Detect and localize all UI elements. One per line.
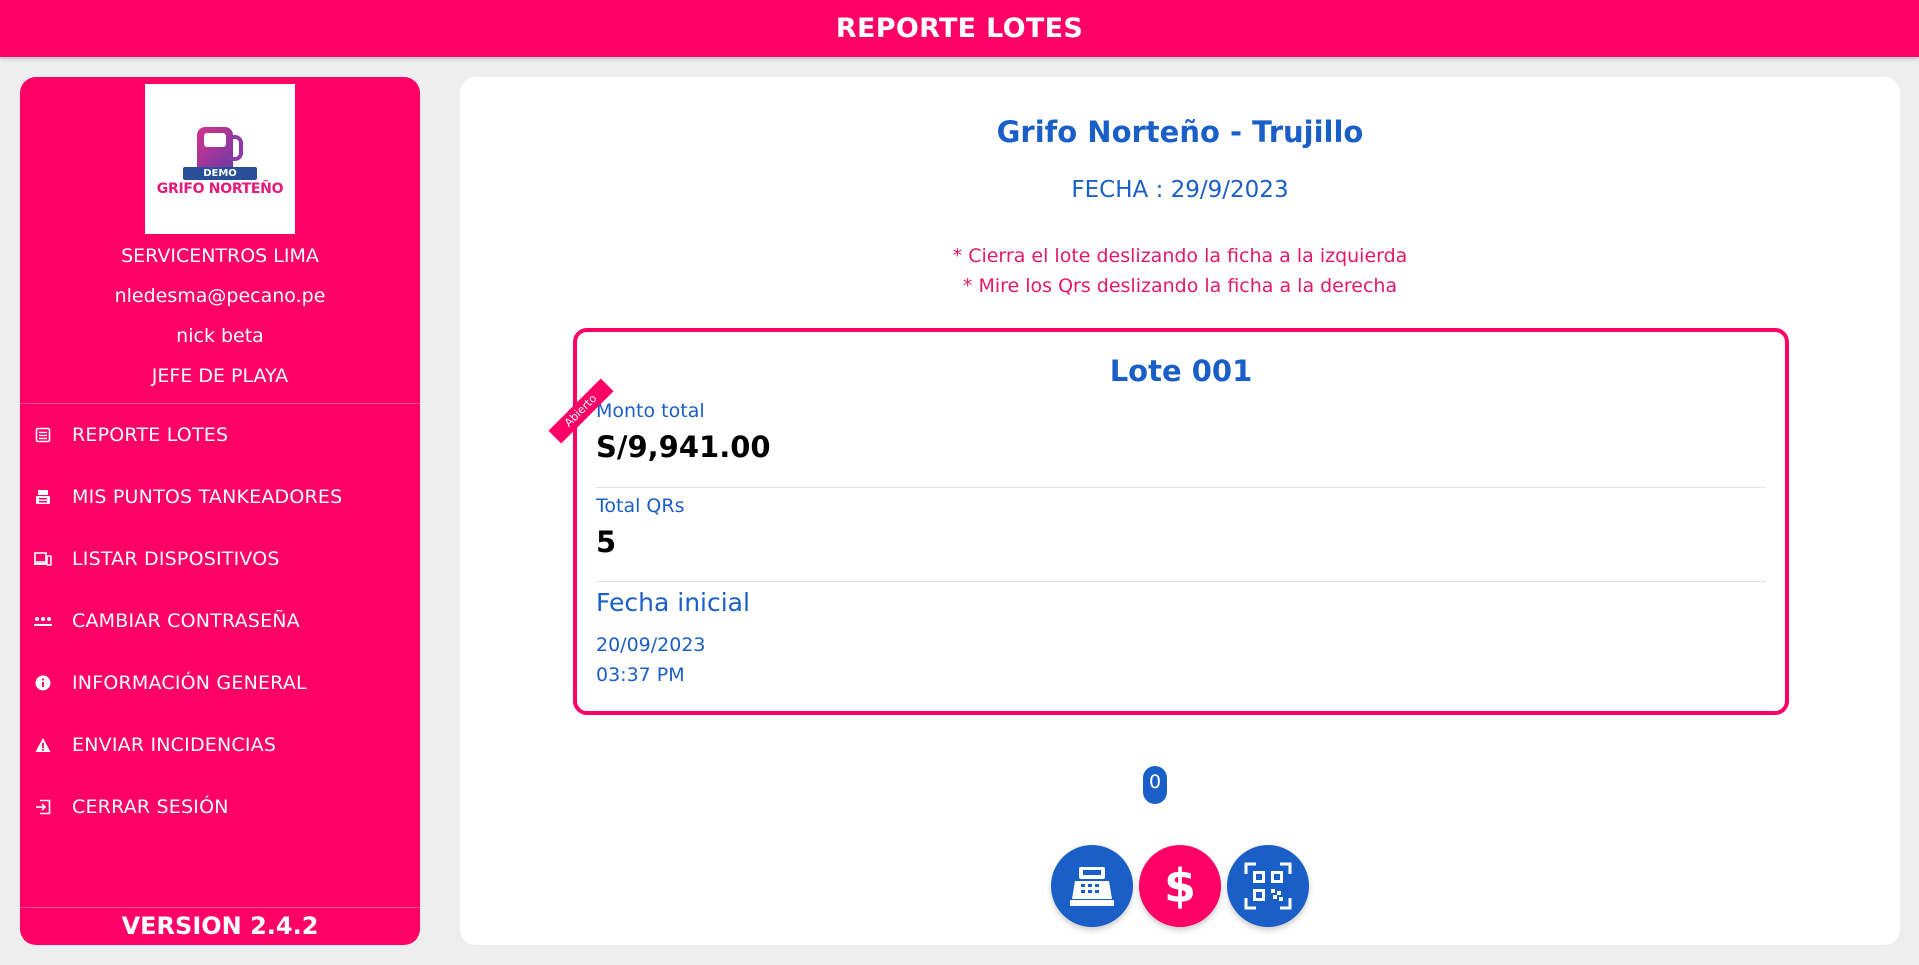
company-name: SERVICENTROS LIMA bbox=[121, 245, 319, 267]
list-icon bbox=[34, 426, 52, 444]
info-icon bbox=[34, 674, 52, 692]
dollar-icon: $ bbox=[1163, 859, 1196, 913]
sidebar-item-reporte-lotes[interactable]: REPORTE LOTES bbox=[20, 404, 420, 466]
sidebar-item-label: LISTAR DISPOSITIVOS bbox=[72, 548, 280, 570]
app-header: REPORTE LOTES bbox=[0, 0, 1919, 57]
hint-close-lote: * Cierra el lote deslizando la ficha a l… bbox=[952, 245, 1408, 267]
card-divider bbox=[596, 487, 1766, 488]
sidebar: DEMO GRIFO NORTEÑO SERVICENTROS LIMA nle… bbox=[20, 77, 420, 945]
monto-total-label: Monto total bbox=[596, 400, 705, 422]
company-logo: DEMO GRIFO NORTEÑO bbox=[145, 84, 295, 234]
logo-demo-tag: DEMO bbox=[183, 167, 257, 180]
notification-badge: 0 bbox=[1143, 766, 1167, 804]
report-date: FECHA : 29/9/2023 bbox=[1071, 177, 1289, 203]
sidebar-nav: REPORTE LOTES MIS PUNTOS TANKEADORES LIS… bbox=[20, 404, 420, 838]
sidebar-item-label: CAMBIAR CONTRASEÑA bbox=[72, 610, 300, 632]
lote-card[interactable]: Lote 001 Monto total S/9,941.00 Total QR… bbox=[573, 328, 1789, 715]
app-version: VERSION 2.4.2 bbox=[121, 912, 319, 940]
qr-code-icon bbox=[1244, 862, 1292, 910]
fecha-inicial-time: 03:37 PM bbox=[596, 664, 685, 686]
password-icon bbox=[34, 612, 52, 630]
hint-view-qrs: * Mire los Qrs deslizando la ficha a la … bbox=[962, 275, 1398, 297]
logo-text: GRIFO NORTEÑO bbox=[156, 181, 284, 197]
fecha-inicial-date: 20/09/2023 bbox=[596, 634, 706, 656]
fecha-inicial-label: Fecha inicial bbox=[596, 588, 750, 617]
lote-title: Lote 001 bbox=[1109, 354, 1253, 388]
sidebar-item-informacion-general[interactable]: INFORMACIÓN GENERAL bbox=[20, 652, 420, 714]
user-email: nledesma@pecano.pe bbox=[114, 285, 326, 307]
sidebar-item-listar-dispositivos[interactable]: LISTAR DISPOSITIVOS bbox=[20, 528, 420, 590]
total-qrs-label: Total QRs bbox=[596, 495, 685, 517]
sidebar-item-cambiar-contrasena[interactable]: CAMBIAR CONTRASEÑA bbox=[20, 590, 420, 652]
main-panel: Grifo Norteño - Trujillo FECHA : 29/9/20… bbox=[460, 77, 1900, 945]
sidebar-item-cerrar-sesion[interactable]: CERRAR SESIÓN bbox=[20, 776, 420, 838]
card-divider bbox=[596, 581, 1766, 582]
sidebar-item-mis-puntos[interactable]: MIS PUNTOS TANKEADORES bbox=[20, 466, 420, 528]
total-qrs-value: 5 bbox=[596, 525, 617, 559]
qr-code-button[interactable] bbox=[1227, 845, 1309, 927]
sidebar-item-enviar-incidencias[interactable]: ENVIAR INCIDENCIAS bbox=[20, 714, 420, 776]
sidebar-item-label: INFORMACIÓN GENERAL bbox=[72, 672, 307, 694]
sidebar-item-label: CERRAR SESIÓN bbox=[72, 796, 229, 818]
devices-icon bbox=[34, 550, 52, 568]
cash-register-icon bbox=[34, 488, 52, 506]
user-info: SERVICENTROS LIMA nledesma@pecano.pe nic… bbox=[20, 240, 420, 400]
sidebar-item-label: REPORTE LOTES bbox=[72, 424, 229, 446]
warning-icon bbox=[34, 736, 52, 754]
monto-total-value: S/9,941.00 bbox=[596, 430, 771, 464]
sidebar-item-label: MIS PUNTOS TANKEADORES bbox=[72, 486, 343, 508]
page-title: REPORTE LOTES bbox=[835, 13, 1084, 44]
station-title: Grifo Norteño - Trujillo bbox=[996, 115, 1364, 149]
user-role: JEFE DE PLAYA bbox=[151, 365, 289, 387]
cash-register-button[interactable] bbox=[1051, 845, 1133, 927]
cash-register-icon bbox=[1070, 867, 1114, 906]
payment-button[interactable]: $ bbox=[1139, 845, 1221, 927]
logout-icon bbox=[34, 798, 52, 816]
sidebar-item-label: ENVIAR INCIDENCIAS bbox=[72, 734, 277, 756]
user-name: nick beta bbox=[176, 325, 264, 347]
